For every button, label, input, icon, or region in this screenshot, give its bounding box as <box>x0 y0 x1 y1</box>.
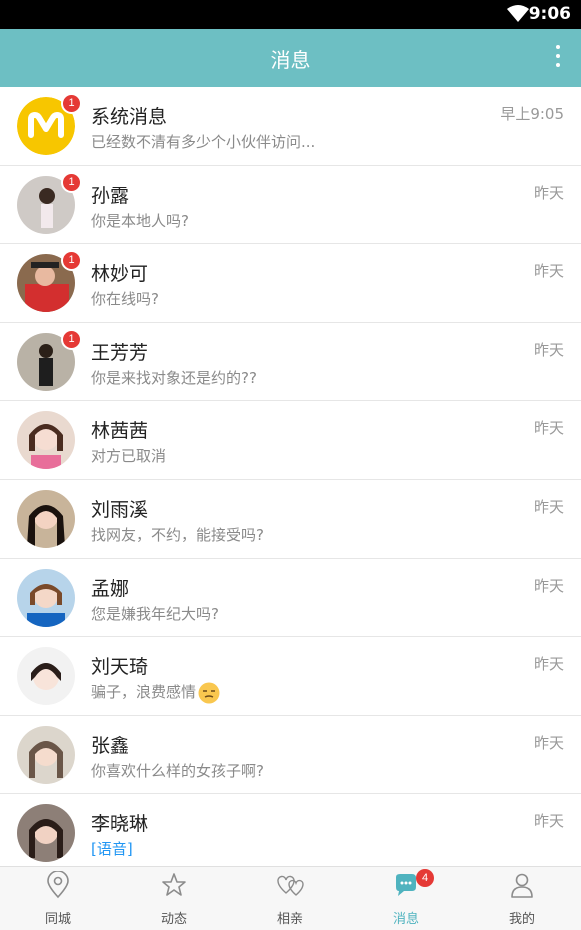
conversation-item[interactable]: 1 系统消息 已经数不清有多少个小伙伴访问... 早上9:05 <box>0 87 581 166</box>
person-icon <box>511 873 533 898</box>
conversation-preview: 找网友，不约，能接受吗? <box>91 525 264 544</box>
voice-message-preview[interactable]: [语音] <box>91 838 133 859</box>
conversation-time: 昨天 <box>533 497 564 516</box>
conversation-preview: 你是本地人吗? <box>91 211 189 230</box>
tab-profile[interactable]: 我的 <box>464 867 580 930</box>
conversation-preview: 已经数不清有多少个小伙伴访问... <box>91 133 316 151</box>
unread-badge: 1 <box>61 328 82 350</box>
tab-label: 相亲 <box>276 912 303 927</box>
conversation-preview: 你喜欢什么样的女孩子啊? <box>91 761 264 780</box>
tab-label: 我的 <box>508 912 535 927</box>
unread-badge: 1 <box>61 171 82 193</box>
conversation-name: 孟娜 <box>91 577 130 600</box>
star-icon <box>162 873 186 896</box>
conversation-time: 昨天 <box>533 576 564 595</box>
conversation-name: 系统消息 <box>91 106 168 128</box>
more-vert-icon[interactable] <box>553 45 563 71</box>
conversation-time: 早上9:05 <box>500 105 564 123</box>
conversation-time: 昨天 <box>533 183 564 202</box>
preview-text: 骗子，浪费感情 <box>91 683 197 702</box>
conversation-name: 李晓琳 <box>91 813 149 836</box>
bottom-tab-bar: 同城 动态 相亲 4 消息 我的 <box>0 866 581 930</box>
wifi-icon <box>507 5 529 22</box>
page-title: 消息 <box>270 48 311 72</box>
conversation-time: 昨天 <box>533 340 564 359</box>
conversation-item[interactable]: 刘雨溪 找网友，不约，能接受吗? 昨天 <box>0 479 581 559</box>
user-avatar <box>17 411 75 470</box>
tab-messages[interactable]: 4 消息 <box>348 867 464 930</box>
unread-badge: 1 <box>61 93 82 114</box>
user-avatar <box>17 725 75 784</box>
conversation-name: 张鑫 <box>91 734 130 757</box>
conversation-name: 孙露 <box>91 184 130 207</box>
conversation-preview: 骗子，浪费感情 <box>91 681 220 704</box>
hearts-icon <box>277 875 304 896</box>
tab-label: 消息 <box>392 912 419 927</box>
conversation-time: 昨天 <box>533 419 564 438</box>
unamused-face-icon <box>198 682 220 704</box>
conversation-item[interactable]: 林茜茜 对方已取消 昨天 <box>0 401 581 480</box>
conversation-item[interactable]: 刘天琦 骗子，浪费感情 昨天 <box>0 637 581 716</box>
location-pin-icon <box>47 871 69 899</box>
user-avatar <box>17 489 75 548</box>
conversation-time: 昨天 <box>533 262 564 281</box>
tab-moments[interactable]: 动态 <box>116 867 232 930</box>
tab-label: 同城 <box>44 912 71 927</box>
conversation-name: 王芳芳 <box>91 341 149 364</box>
conversation-name: 刘天琦 <box>91 656 149 679</box>
user-avatar <box>17 568 75 627</box>
conversation-item[interactable]: 1 孙露 你是本地人吗? 昨天 <box>0 165 581 245</box>
conversation-preview: 对方已取消 <box>91 447 167 466</box>
conversation-item[interactable]: 孟娜 您是嫌我年纪大吗? 昨天 <box>0 558 581 638</box>
conversation-name: 林妙可 <box>91 263 149 286</box>
conversation-name: 刘雨溪 <box>91 498 149 521</box>
app-bar: 消息 <box>0 29 581 87</box>
conversation-name: 林茜茜 <box>91 420 149 443</box>
tab-dating[interactable]: 相亲 <box>232 867 348 930</box>
user-avatar <box>17 804 75 863</box>
conversation-time: 昨天 <box>533 655 564 674</box>
tab-unread-badge: 4 <box>416 869 434 887</box>
conversation-preview: 你在线吗? <box>91 290 159 309</box>
conversation-list: 1 系统消息 已经数不清有多少个小伙伴访问... 早上9:05 1 孙露 你是本… <box>0 87 581 873</box>
unread-badge: 1 <box>61 250 82 272</box>
conversation-preview: 您是嫌我年纪大吗? <box>91 604 219 623</box>
conversation-time: 昨天 <box>533 812 564 831</box>
conversation-item[interactable]: 1 王芳芳 你是来找对象还是约的?? 昨天 <box>0 322 581 402</box>
conversation-item[interactable]: 张鑫 你喜欢什么样的女孩子啊? 昨天 <box>0 715 581 795</box>
conversation-time: 昨天 <box>533 733 564 752</box>
tab-label: 动态 <box>160 912 187 927</box>
conversation-item[interactable]: 1 林妙可 你在线吗? 昨天 <box>0 244 581 323</box>
user-avatar <box>17 647 75 706</box>
status-time: 9:06 <box>528 4 571 24</box>
tab-local[interactable]: 同城 <box>0 867 116 930</box>
conversation-item[interactable]: 李晓琳 [语音] 昨天 <box>0 794 581 873</box>
conversation-preview: 你是来找对象还是约的?? <box>91 368 257 387</box>
status-bar: 9:06 <box>0 0 581 29</box>
